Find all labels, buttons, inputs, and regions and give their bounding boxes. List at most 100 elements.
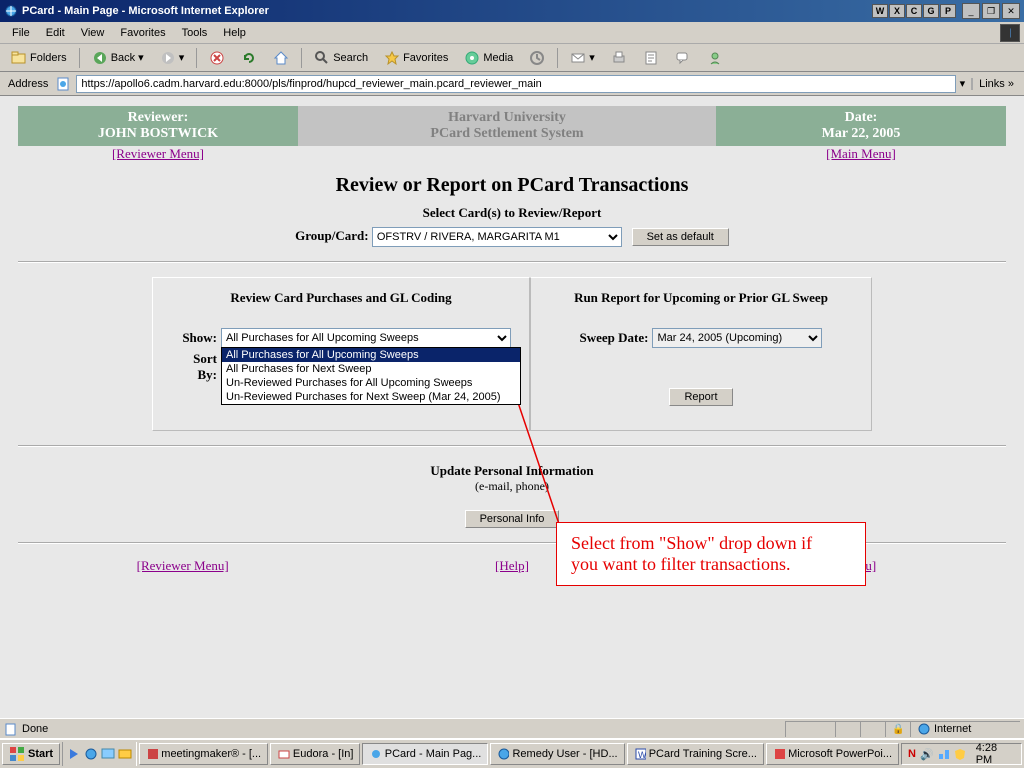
main-menu-link-top[interactable]: [Main Menu] bbox=[826, 146, 896, 161]
university-name: Harvard University bbox=[298, 110, 716, 126]
show-option-0[interactable]: All Purchases for All Upcoming Sweeps bbox=[222, 348, 520, 362]
menu-file[interactable]: File bbox=[4, 25, 38, 41]
tray-g-icon[interactable]: G bbox=[923, 4, 939, 18]
stop-button[interactable] bbox=[202, 47, 232, 69]
start-button[interactable]: Start bbox=[2, 743, 60, 765]
report-panel: Run Report for Upcoming or Prior GL Swee… bbox=[530, 277, 872, 431]
toolbar: Folders Back ▾ ▾ Search Favorites Media … bbox=[0, 44, 1024, 72]
divider-2 bbox=[18, 445, 1006, 447]
task-pcard-training[interactable]: WPCard Training Scre... bbox=[627, 743, 764, 765]
task-meetingmaker[interactable]: meetingmaker® - [... bbox=[139, 743, 268, 765]
tray-excel-icon[interactable]: X bbox=[889, 4, 905, 18]
menu-favorites[interactable]: Favorites bbox=[112, 25, 173, 41]
reviewer-menu-link-top[interactable]: [Reviewer Menu] bbox=[112, 146, 204, 161]
home-button[interactable] bbox=[266, 47, 296, 69]
window-title: PCard - Main Page - Microsoft Internet E… bbox=[22, 5, 872, 17]
menubar: File Edit View Favorites Tools Help bbox=[0, 22, 1024, 44]
show-option-1[interactable]: All Purchases for Next Sweep bbox=[222, 362, 520, 376]
ql-ie-icon[interactable] bbox=[83, 746, 99, 762]
print-button[interactable] bbox=[604, 47, 634, 69]
menu-view[interactable]: View bbox=[73, 25, 113, 41]
system-tray: N 🔊 4:28 PM bbox=[901, 743, 1022, 765]
clock: 4:28 PM bbox=[970, 742, 1015, 766]
page-icon bbox=[56, 76, 72, 92]
review-panel-title: Review Card Purchases and GL Coding bbox=[171, 290, 511, 306]
tray-word-icon[interactable]: W bbox=[872, 4, 888, 18]
sweep-date-select[interactable]: Mar 24, 2005 (Upcoming) bbox=[652, 328, 822, 348]
tray-n-icon[interactable]: N bbox=[908, 748, 916, 760]
group-card-select[interactable]: OFSTRV / RIVERA, MARGARITA M1 bbox=[372, 227, 622, 247]
select-cards-heading: Select Card(s) to Review/Report bbox=[18, 205, 1006, 221]
task-pcard[interactable]: PCard - Main Pag... bbox=[362, 743, 488, 765]
show-select[interactable]: All Purchases for All Upcoming Sweeps bbox=[221, 328, 511, 348]
show-option-2[interactable]: Un-Reviewed Purchases for All Upcoming S… bbox=[222, 376, 520, 390]
task-powerpoint[interactable]: Microsoft PowerPoi... bbox=[766, 743, 899, 765]
show-label: Show: bbox=[171, 330, 217, 346]
group-card-label: Group/Card: bbox=[295, 228, 368, 243]
refresh-button[interactable] bbox=[234, 47, 264, 69]
taskbar: Start meetingmaker® - [... Eudora - [In]… bbox=[0, 738, 1024, 768]
personal-info-button[interactable]: Personal Info bbox=[465, 510, 560, 528]
ql-desktop-icon[interactable] bbox=[100, 746, 116, 762]
mail-button[interactable]: ▾ bbox=[563, 47, 602, 69]
favorites-button[interactable]: Favorites bbox=[377, 47, 455, 69]
review-panel: Review Card Purchases and GL Coding Show… bbox=[152, 277, 530, 431]
divider bbox=[18, 261, 1006, 263]
ql-play-icon[interactable] bbox=[66, 746, 82, 762]
address-input[interactable] bbox=[76, 75, 955, 93]
reviewer-label: Reviewer: bbox=[18, 110, 298, 126]
edit-button[interactable] bbox=[636, 47, 666, 69]
sweep-date-label: Sweep Date: bbox=[580, 330, 649, 346]
throbber-icon bbox=[1000, 24, 1020, 42]
back-button[interactable]: Back ▾ bbox=[85, 47, 151, 69]
show-option-3[interactable]: Un-Reviewed Purchases for Next Sweep (Ma… bbox=[222, 390, 520, 404]
quick-launch bbox=[62, 742, 137, 766]
annotation-callout: Select from "Show" drop down if you want… bbox=[556, 522, 866, 586]
lock-icon: 🔒 bbox=[892, 724, 904, 735]
task-eudora[interactable]: Eudora - [In] bbox=[270, 743, 360, 765]
tray-net-icon[interactable] bbox=[938, 748, 950, 760]
title-tray: W X C G P bbox=[872, 4, 956, 18]
tray-ppt-icon[interactable]: P bbox=[940, 4, 956, 18]
menu-tools[interactable]: Tools bbox=[174, 25, 216, 41]
task-remedy[interactable]: Remedy User - [HD... bbox=[490, 743, 624, 765]
forward-button[interactable]: ▾ bbox=[153, 47, 192, 69]
reviewer-menu-link-bottom[interactable]: [Reviewer Menu] bbox=[137, 558, 229, 573]
date-value: Mar 22, 2005 bbox=[716, 126, 1006, 142]
help-link[interactable]: [Help] bbox=[495, 558, 529, 573]
minimize-button[interactable]: _ bbox=[962, 3, 980, 19]
history-button[interactable] bbox=[522, 47, 552, 69]
personal-info-heading: Update Personal Information bbox=[18, 463, 1006, 479]
address-label: Address bbox=[4, 78, 52, 90]
status-done: Done bbox=[22, 723, 48, 735]
set-default-button[interactable]: Set as default bbox=[632, 228, 729, 246]
messenger-button[interactable] bbox=[700, 47, 730, 69]
report-panel-title: Run Report for Upcoming or Prior GL Swee… bbox=[549, 290, 853, 306]
page-title: Review or Report on PCard Transactions bbox=[18, 174, 1006, 197]
ie-icon bbox=[4, 4, 18, 18]
menu-edit[interactable]: Edit bbox=[38, 25, 73, 41]
tray-shield-icon[interactable] bbox=[954, 748, 966, 760]
folders-button[interactable]: Folders bbox=[4, 47, 74, 69]
address-dropdown[interactable]: ▾ bbox=[960, 77, 966, 90]
addressbar: Address ▾ Links » bbox=[0, 72, 1024, 96]
tray-vol-icon[interactable]: 🔊 bbox=[920, 748, 934, 761]
statusbar: Done 🔒 Internet bbox=[0, 718, 1024, 738]
discuss-button[interactable] bbox=[668, 47, 698, 69]
media-button[interactable]: Media bbox=[457, 47, 520, 69]
sort-by-label: Sort By: bbox=[171, 351, 217, 383]
show-dropdown-list: All Purchases for All Upcoming Sweeps Al… bbox=[221, 347, 521, 405]
svg-text:W: W bbox=[638, 750, 646, 760]
header-banner: Reviewer: JOHN BOSTWICK Harvard Universi… bbox=[18, 106, 1006, 146]
window-titlebar: PCard - Main Page - Microsoft Internet E… bbox=[0, 0, 1024, 22]
tray-cal-icon[interactable]: C bbox=[906, 4, 922, 18]
done-icon bbox=[4, 722, 18, 736]
restore-button[interactable]: ❐ bbox=[982, 3, 1000, 19]
report-button[interactable]: Report bbox=[669, 388, 732, 406]
menu-help[interactable]: Help bbox=[215, 25, 254, 41]
zone-icon bbox=[917, 722, 931, 736]
ql-outlook-icon[interactable] bbox=[117, 746, 133, 762]
close-button[interactable]: ✕ bbox=[1002, 3, 1020, 19]
links-button[interactable]: Links » bbox=[971, 78, 1020, 90]
search-button[interactable]: Search bbox=[307, 47, 375, 69]
